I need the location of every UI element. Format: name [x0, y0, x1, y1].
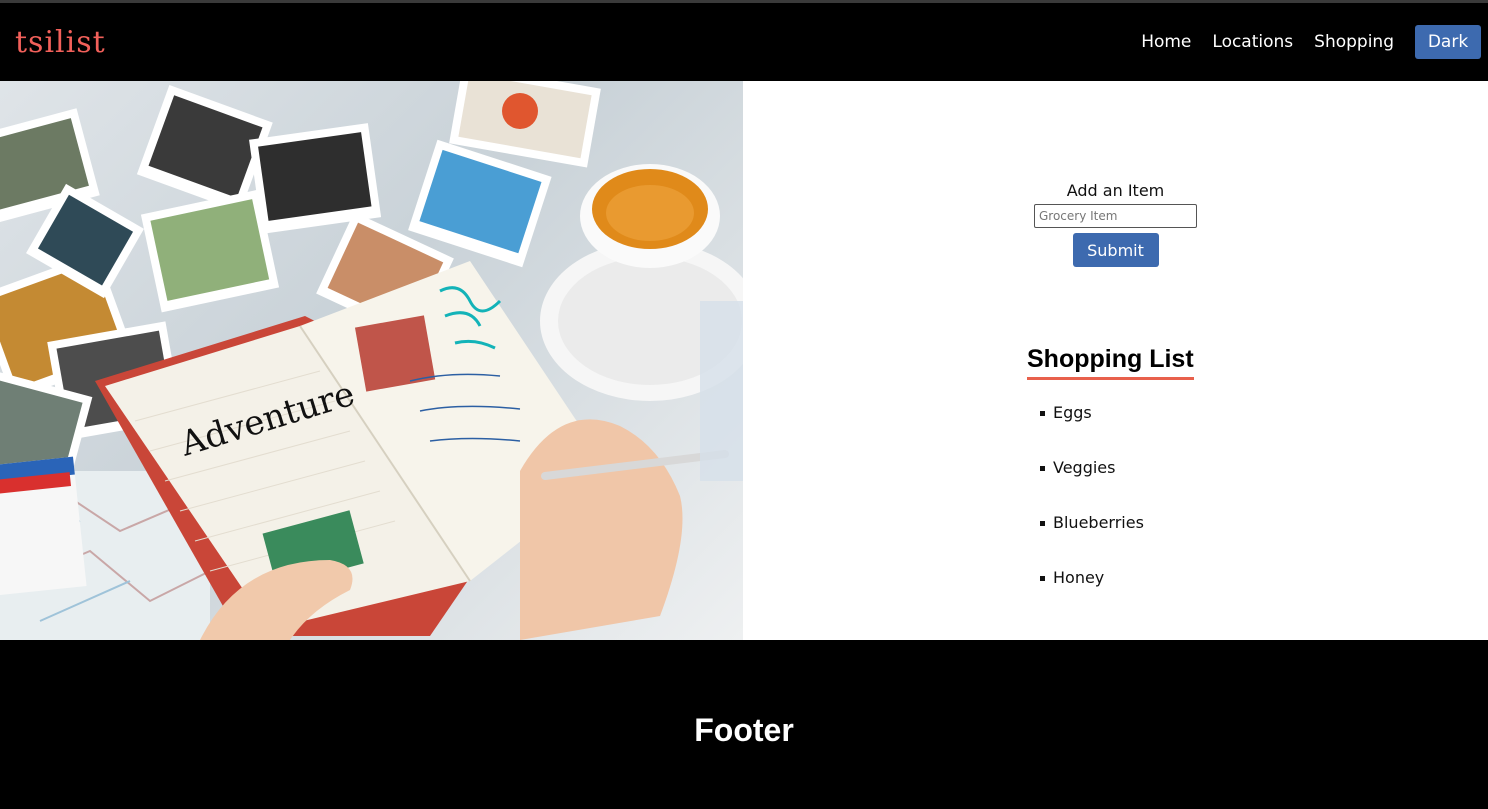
- shopping-list-header: Shopping List: [1027, 345, 1194, 380]
- add-item-label: Add an Item: [1066, 181, 1165, 200]
- hero-image: Adventure: [0, 81, 743, 640]
- nav-home-link[interactable]: Home: [1141, 32, 1191, 52]
- shopping-list: Eggs Veggies Blueberries Honey: [1040, 403, 1144, 623]
- main-content: Add an Item Submit Shopping List Eggs Ve…: [743, 81, 1488, 640]
- grocery-item-input[interactable]: [1034, 204, 1197, 228]
- list-item[interactable]: Blueberries: [1040, 513, 1144, 568]
- nav-links: Home Locations Shopping Dark: [1141, 25, 1481, 59]
- add-item-form: Add an Item Submit: [743, 181, 1488, 267]
- shopping-list-title: Shopping List: [1027, 345, 1194, 380]
- list-item[interactable]: Veggies: [1040, 458, 1144, 513]
- nav-shopping-link[interactable]: Shopping: [1314, 32, 1394, 52]
- submit-button[interactable]: Submit: [1072, 233, 1159, 267]
- list-item[interactable]: Eggs: [1040, 403, 1144, 458]
- hero-illustration: Adventure: [0, 81, 743, 640]
- footer-title: Footer: [694, 712, 794, 748]
- list-item[interactable]: Honey: [1040, 568, 1144, 623]
- dark-mode-button[interactable]: Dark: [1415, 25, 1481, 59]
- navbar: tsilist Home Locations Shopping Dark: [0, 3, 1488, 81]
- writing-hand: [520, 419, 683, 640]
- footer: Footer: [0, 640, 1488, 809]
- brand-logo[interactable]: tsilist: [15, 28, 106, 58]
- nav-locations-link[interactable]: Locations: [1212, 32, 1293, 52]
